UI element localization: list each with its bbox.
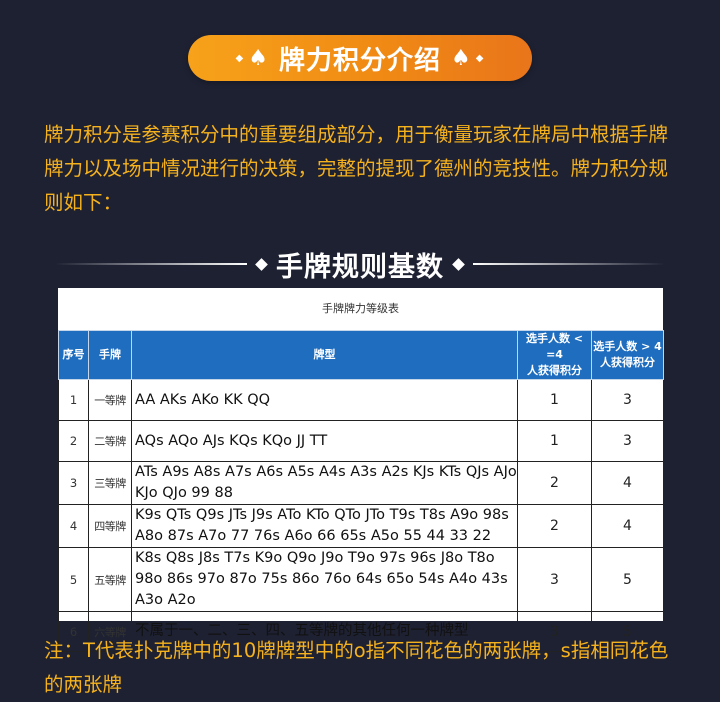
intro-paragraph: 牌力积分是参赛积分中的重要组成部分，用于衡量玩家在牌局中根据手牌牌力以及场中情况…	[44, 123, 669, 214]
divider-line	[473, 263, 665, 265]
row-grade: 一等牌	[88, 379, 132, 421]
row-cards: AA AKs AKo KK QQ	[131, 379, 518, 421]
section-heading: 手牌规则基数	[55, 242, 665, 286]
table-row: 3 三等牌 ATs A9s A8s A7s A6s A5s A4s A3s A2…	[58, 461, 664, 505]
header-index: 序号	[58, 330, 89, 380]
row-index: 3	[58, 461, 89, 505]
diamond-icon	[255, 257, 268, 271]
table-row: 2 二等牌 AQs AQo AJs KQs KQo JJ TT 1 3	[58, 420, 664, 462]
row-index: 1	[58, 379, 89, 421]
row-grade: 四等牌	[88, 504, 132, 548]
row-score-gt4: 4	[591, 504, 664, 548]
footnote: 注：T代表扑克牌中的10牌牌型中的o指不同花色的两张牌，s指相同花色的两张牌	[44, 639, 669, 696]
title-banner: ◆ ♠ 牌力积分介绍 ♠ ◆	[188, 35, 532, 81]
row-cards: K8s Q8s J8s T7s K9o Q9o J9o T9o 97s 96s …	[131, 547, 518, 612]
row-grade: 二等牌	[88, 420, 132, 462]
header-type: 牌型	[131, 330, 518, 380]
row-index: 5	[58, 547, 89, 612]
row-cards: ATs A9s A8s A7s A6s A5s A4s A3s A2s KJs …	[131, 461, 518, 505]
row-cards: AQs AQo AJs KQs KQo JJ TT	[131, 420, 518, 462]
row-score-gt4: 4	[591, 461, 664, 505]
row-score-le4: 2	[517, 461, 592, 505]
row-index: 2	[58, 420, 89, 462]
grade-table: 序号 手牌 牌型 选手人数 < =4 人获得积分 选手人数 > 4 人获得积分 …	[58, 330, 664, 652]
row-score-gt4: 5	[591, 547, 664, 612]
row-score-le4: 1	[517, 379, 592, 421]
section-title: 手牌规则基数	[276, 251, 444, 283]
row-grade: 三等牌	[88, 461, 132, 505]
table-caption: 手牌牌力等级表	[322, 302, 399, 315]
row-score-le4: 3	[517, 547, 592, 612]
row-score-gt4: 3	[591, 379, 664, 421]
table-header-row: 序号 手牌 牌型 选手人数 < =4 人获得积分 选手人数 > 4 人获得积分	[58, 330, 664, 380]
spade-icon: ♠	[451, 45, 472, 71]
row-grade: 五等牌	[88, 547, 132, 612]
table-row: 1 一等牌 AA AKs AKo KK QQ 1 3	[58, 379, 664, 421]
row-cards: K9s QTs Q9s JTs J9s ATo KTo QTo JTo T9s …	[131, 504, 518, 548]
divider-line	[55, 263, 247, 265]
header-hand: 手牌	[88, 330, 132, 380]
row-score-le4: 2	[517, 504, 592, 548]
diamond-icon	[452, 257, 465, 271]
row-score-le4: 1	[517, 420, 592, 462]
hand-strength-table: 手牌牌力等级表 序号 手牌 牌型 选手人数 < =4 人获得积分 选手人数 > …	[58, 288, 664, 652]
table-row: 5 五等牌 K8s Q8s J8s T7s K9o Q9o J9o T9o 97…	[58, 547, 664, 612]
spade-icon: ♠	[248, 45, 269, 71]
row-score-gt4: 3	[591, 420, 664, 462]
header-le4: 选手人数 < =4 人获得积分	[517, 330, 592, 380]
header-gt4: 选手人数 > 4 人获得积分	[591, 330, 664, 380]
table-row: 4 四等牌 K9s QTs Q9s JTs J9s ATo KTo QTo JT…	[58, 504, 664, 548]
banner-title: 牌力积分介绍	[278, 45, 441, 76]
row-index: 4	[58, 504, 89, 548]
